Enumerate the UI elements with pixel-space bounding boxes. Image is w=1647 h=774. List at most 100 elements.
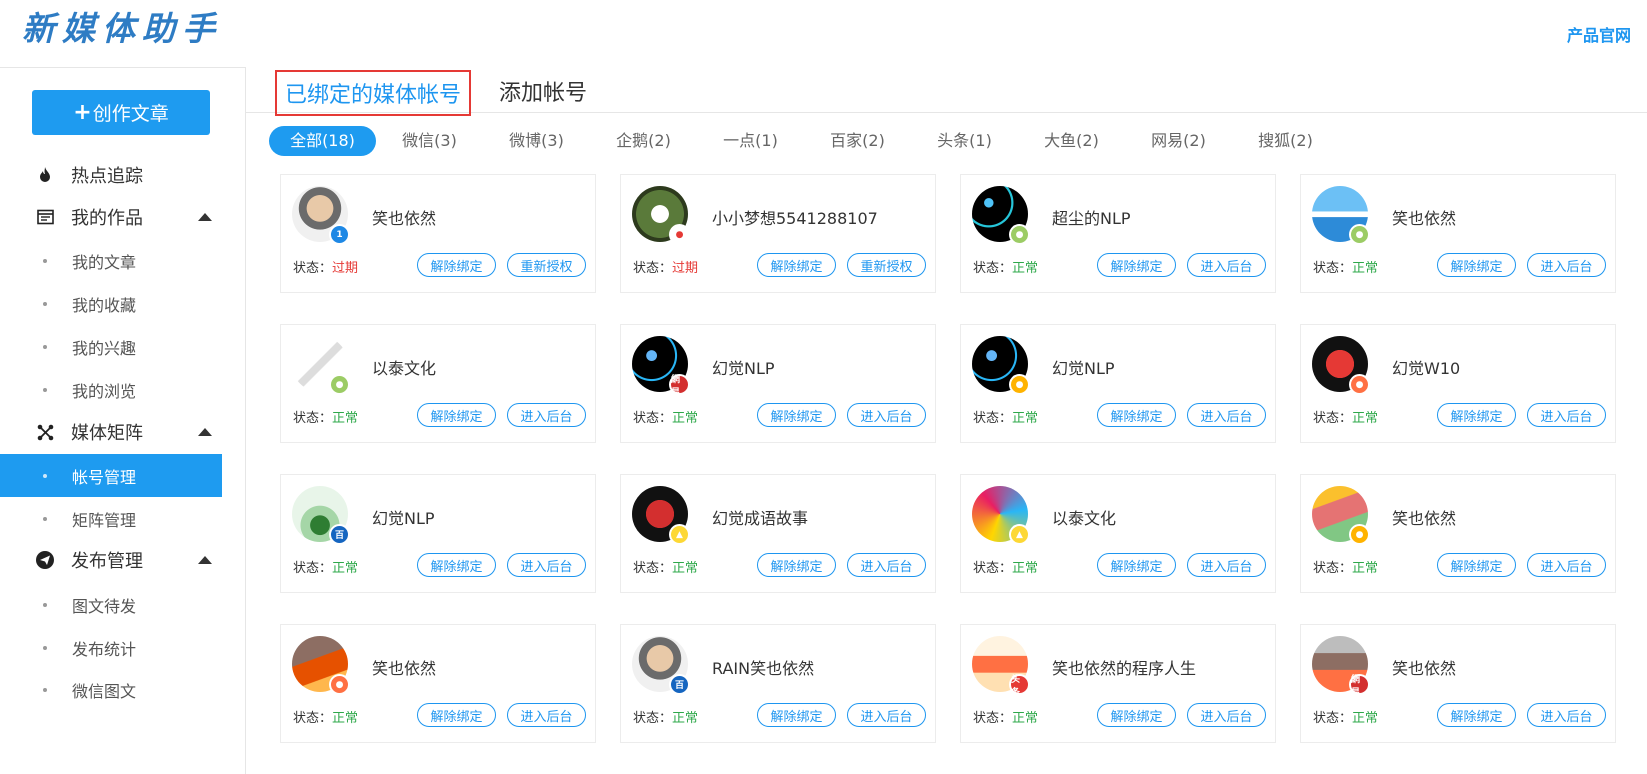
unbind-button[interactable]: 解除绑定 bbox=[757, 703, 836, 727]
enter-backend-button[interactable]: 进入后台 bbox=[507, 403, 586, 427]
unbind-button[interactable]: 解除绑定 bbox=[1437, 703, 1516, 727]
unbind-button[interactable]: 解除绑定 bbox=[417, 403, 496, 427]
account-card: 百 RAIN笑也依然 状态：正常 解除绑定 进入后台 bbox=[620, 624, 936, 743]
create-article-button[interactable]: + 创作文章 bbox=[32, 90, 210, 135]
sidebar-item-matrix-management[interactable]: 矩阵管理 bbox=[0, 496, 222, 541]
nav-my-works[interactable]: 我的作品 bbox=[0, 196, 246, 238]
unbind-button[interactable]: 解除绑定 bbox=[417, 553, 496, 577]
sidebar-item-my-favorites[interactable]: 我的收藏 bbox=[0, 281, 222, 326]
status-value: 过期 bbox=[672, 261, 699, 276]
enter-backend-button[interactable]: 进入后台 bbox=[1527, 403, 1606, 427]
badge-text: ● bbox=[1015, 379, 1024, 390]
unbind-button[interactable]: 解除绑定 bbox=[757, 553, 836, 577]
filter-wechat[interactable]: 微信(3) bbox=[376, 126, 483, 156]
account-status: 状态：正常 bbox=[293, 707, 358, 726]
wechat-icon: ● bbox=[1009, 224, 1030, 245]
enter-backend-button[interactable]: 进入后台 bbox=[847, 403, 926, 427]
unbind-button[interactable]: 解除绑定 bbox=[1437, 553, 1516, 577]
chevron-up-icon[interactable] bbox=[198, 213, 212, 221]
yidian-icon: 1 bbox=[329, 224, 350, 245]
dayu-icon: ● bbox=[329, 674, 350, 695]
chevron-up-icon[interactable] bbox=[198, 556, 212, 564]
nav-hot-tracking[interactable]: 热点追踪 bbox=[0, 154, 246, 196]
sidebar-item-account-management[interactable]: 帐号管理 bbox=[0, 454, 222, 497]
sidebar-item-publish-stats[interactable]: 发布统计 bbox=[0, 625, 222, 670]
enter-backend-button[interactable]: 进入后台 bbox=[1527, 553, 1606, 577]
filter-baijia[interactable]: 百家(2) bbox=[804, 126, 911, 156]
status-value: 正常 bbox=[332, 711, 359, 726]
badge-text: ● bbox=[1355, 229, 1364, 240]
enter-backend-button[interactable]: 进入后台 bbox=[507, 553, 586, 577]
sidebar-item-my-articles[interactable]: 我的文章 bbox=[0, 238, 222, 283]
status-prefix: 状态： bbox=[1313, 411, 1353, 426]
account-card: ● 幻觉W10 状态：正常 解除绑定 进入后台 bbox=[1300, 324, 1616, 443]
sidebar-item-my-interests[interactable]: 我的兴趣 bbox=[0, 324, 222, 369]
enter-backend-button[interactable]: 进入后台 bbox=[1187, 703, 1266, 727]
account-name: 笑也依然 bbox=[1392, 659, 1457, 678]
unbind-button[interactable]: 解除绑定 bbox=[1437, 253, 1516, 277]
account-status: 状态：正常 bbox=[973, 407, 1038, 426]
filter-all[interactable]: 全部(18) bbox=[269, 126, 376, 156]
sidebar-item-pending-posts[interactable]: 图文待发 bbox=[0, 582, 222, 627]
enter-backend-button[interactable]: 进入后台 bbox=[507, 703, 586, 727]
unbind-button[interactable]: 解除绑定 bbox=[1097, 553, 1176, 577]
unbind-button[interactable]: 解除绑定 bbox=[417, 703, 496, 727]
filter-sohu[interactable]: 搜狐(2) bbox=[1232, 126, 1339, 156]
sidebar-item-my-browsing[interactable]: 我的浏览 bbox=[0, 367, 222, 412]
platform-filter-bar: 全部(18) 微信(3) 微博(3) 企鹅(2) 一点(1) 百家(2) 头条(… bbox=[269, 126, 1339, 156]
account-name: 笑也依然 bbox=[1392, 509, 1457, 528]
account-card: ● 小小梦想5541288107 状态：过期 解除绑定 重新授权 bbox=[620, 174, 936, 293]
wechat-icon: ● bbox=[329, 374, 350, 395]
account-name: 幻觉NLP bbox=[372, 509, 435, 528]
badge-text: ● bbox=[1355, 379, 1364, 390]
flame-icon bbox=[36, 166, 54, 184]
send-icon bbox=[36, 551, 54, 569]
unbind-button[interactable]: 解除绑定 bbox=[757, 403, 836, 427]
filter-penguin[interactable]: 企鹅(2) bbox=[590, 126, 697, 156]
enter-backend-button[interactable]: 进入后台 bbox=[1527, 253, 1606, 277]
filter-yidian[interactable]: 一点(1) bbox=[697, 126, 804, 156]
account-status: 状态：正常 bbox=[293, 557, 358, 576]
account-card: ● 笑也依然 状态：正常 解除绑定 进入后台 bbox=[280, 624, 596, 743]
account-tabs: 已绑定的媒体帐号 添加帐号 bbox=[246, 67, 1647, 116]
nav-publish-management[interactable]: 发布管理 bbox=[0, 539, 246, 581]
reauthorize-button[interactable]: 重新授权 bbox=[507, 253, 586, 277]
filter-toutiao[interactable]: 头条(1) bbox=[911, 126, 1018, 156]
account-name: 以泰文化 bbox=[1052, 509, 1117, 528]
account-status: 状态：正常 bbox=[1313, 557, 1378, 576]
unbind-button[interactable]: 解除绑定 bbox=[1437, 403, 1516, 427]
enter-backend-button[interactable]: 进入后台 bbox=[1527, 703, 1606, 727]
enter-backend-button[interactable]: 进入后台 bbox=[1187, 253, 1266, 277]
tab-bound-accounts[interactable]: 已绑定的媒体帐号 bbox=[275, 70, 471, 116]
tab-add-account[interactable]: 添加帐号 bbox=[499, 75, 587, 107]
official-site-link[interactable]: 产品官网 bbox=[1567, 22, 1631, 46]
filter-netease[interactable]: 网易(2) bbox=[1125, 126, 1232, 156]
network-icon bbox=[36, 423, 54, 441]
enter-backend-button[interactable]: 进入后台 bbox=[847, 703, 926, 727]
reauthorize-button[interactable]: 重新授权 bbox=[847, 253, 926, 277]
unbind-button[interactable]: 解除绑定 bbox=[1097, 253, 1176, 277]
enter-backend-button[interactable]: 进入后台 bbox=[1187, 403, 1266, 427]
baijia-icon: 百 bbox=[669, 674, 690, 695]
filter-dayu[interactable]: 大鱼(2) bbox=[1018, 126, 1125, 156]
unbind-button[interactable]: 解除绑定 bbox=[1097, 403, 1176, 427]
account-name: 超尘的NLP bbox=[1052, 209, 1131, 228]
sidebar-item-label: 我的文章 bbox=[72, 252, 137, 272]
sidebar-item-label: 我的浏览 bbox=[72, 381, 137, 401]
app-logo[interactable]: 新媒体助手 bbox=[22, 2, 222, 50]
bullet-icon bbox=[43, 645, 47, 650]
unbind-button[interactable]: 解除绑定 bbox=[757, 253, 836, 277]
account-card: 百 幻觉NLP 状态：正常 解除绑定 进入后台 bbox=[280, 474, 596, 593]
status-value: 正常 bbox=[672, 411, 699, 426]
unbind-button[interactable]: 解除绑定 bbox=[417, 253, 496, 277]
enter-backend-button[interactable]: 进入后台 bbox=[847, 553, 926, 577]
account-status: 状态：正常 bbox=[633, 407, 698, 426]
filter-weibo[interactable]: 微博(3) bbox=[483, 126, 590, 156]
badge-text: 头条 bbox=[1011, 674, 1021, 698]
sidebar-item-wechat-posts[interactable]: 微信图文 bbox=[0, 667, 222, 712]
chevron-up-icon[interactable] bbox=[198, 428, 212, 436]
unbind-button[interactable]: 解除绑定 bbox=[1097, 703, 1176, 727]
account-name: 幻觉W10 bbox=[1392, 359, 1461, 378]
enter-backend-button[interactable]: 进入后台 bbox=[1187, 553, 1266, 577]
nav-media-matrix[interactable]: 媒体矩阵 bbox=[0, 411, 246, 453]
